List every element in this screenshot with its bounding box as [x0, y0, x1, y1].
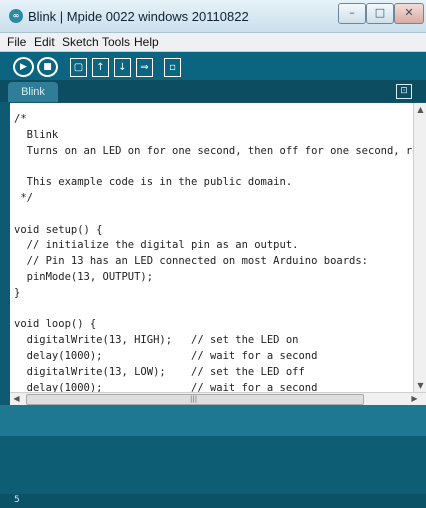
- line-info-bar: 5: [0, 494, 426, 508]
- tab-strip: Blink ⊡: [0, 80, 426, 102]
- menu-sketch[interactable]: Sketch: [62, 35, 99, 49]
- minimize-button[interactable]: –: [338, 3, 366, 24]
- sketch-code[interactable]: /* Blink Turns on an LED on for one seco…: [14, 112, 413, 392]
- verify-icon[interactable]: ▶: [13, 57, 34, 77]
- upload-icon[interactable]: ⇒: [136, 58, 153, 77]
- tab-menu-icon[interactable]: ⊡: [396, 84, 412, 99]
- code-editor[interactable]: /* Blink Turns on an LED on for one seco…: [10, 103, 413, 392]
- status-bar: [0, 405, 426, 436]
- app-logo-icon: ∞: [9, 9, 23, 23]
- open-sketch-icon[interactable]: ↑: [92, 58, 109, 77]
- title-bar: ∞ Blink | Mpide 0022 windows 20110822 – …: [0, 0, 426, 33]
- new-sketch-icon[interactable]: ▢: [70, 58, 87, 77]
- menu-help[interactable]: Help: [134, 35, 159, 49]
- console-output: [0, 436, 426, 494]
- window-title: Blink | Mpide 0022 windows 20110822: [28, 9, 249, 24]
- save-sketch-icon[interactable]: ↓: [114, 58, 131, 77]
- scroll-up-icon[interactable]: ▲: [414, 103, 426, 117]
- line-number: 5: [14, 495, 20, 505]
- tab-blink[interactable]: Blink: [8, 82, 58, 102]
- ide-window: ∞ Blink | Mpide 0022 windows 20110822 – …: [0, 0, 426, 508]
- scroll-right-icon[interactable]: ▶: [408, 393, 421, 405]
- menu-file[interactable]: File: [7, 35, 26, 49]
- vertical-scrollbar[interactable]: ▲ ▼: [413, 103, 426, 392]
- horizontal-scrollbar[interactable]: ◀ ||| ▶: [10, 392, 426, 405]
- maximize-button[interactable]: □: [366, 3, 394, 24]
- stop-icon[interactable]: ■: [37, 57, 58, 77]
- menu-edit[interactable]: Edit: [34, 35, 55, 49]
- close-button[interactable]: ✕: [394, 3, 424, 24]
- scroll-down-icon[interactable]: ▼: [414, 379, 426, 392]
- toolbar: ▶ ■ ▢ ↑ ↓ ⇒ ▫: [0, 52, 426, 80]
- scroll-left-icon[interactable]: ◀: [10, 393, 23, 405]
- serial-monitor-icon[interactable]: ▫: [164, 58, 181, 77]
- menu-tools[interactable]: Tools: [102, 35, 130, 49]
- horizontal-scroll-thumb[interactable]: |||: [26, 394, 364, 405]
- scroll-grip-icon: |||: [190, 395, 198, 403]
- menu-bar: File Edit Sketch Tools Help: [0, 33, 426, 52]
